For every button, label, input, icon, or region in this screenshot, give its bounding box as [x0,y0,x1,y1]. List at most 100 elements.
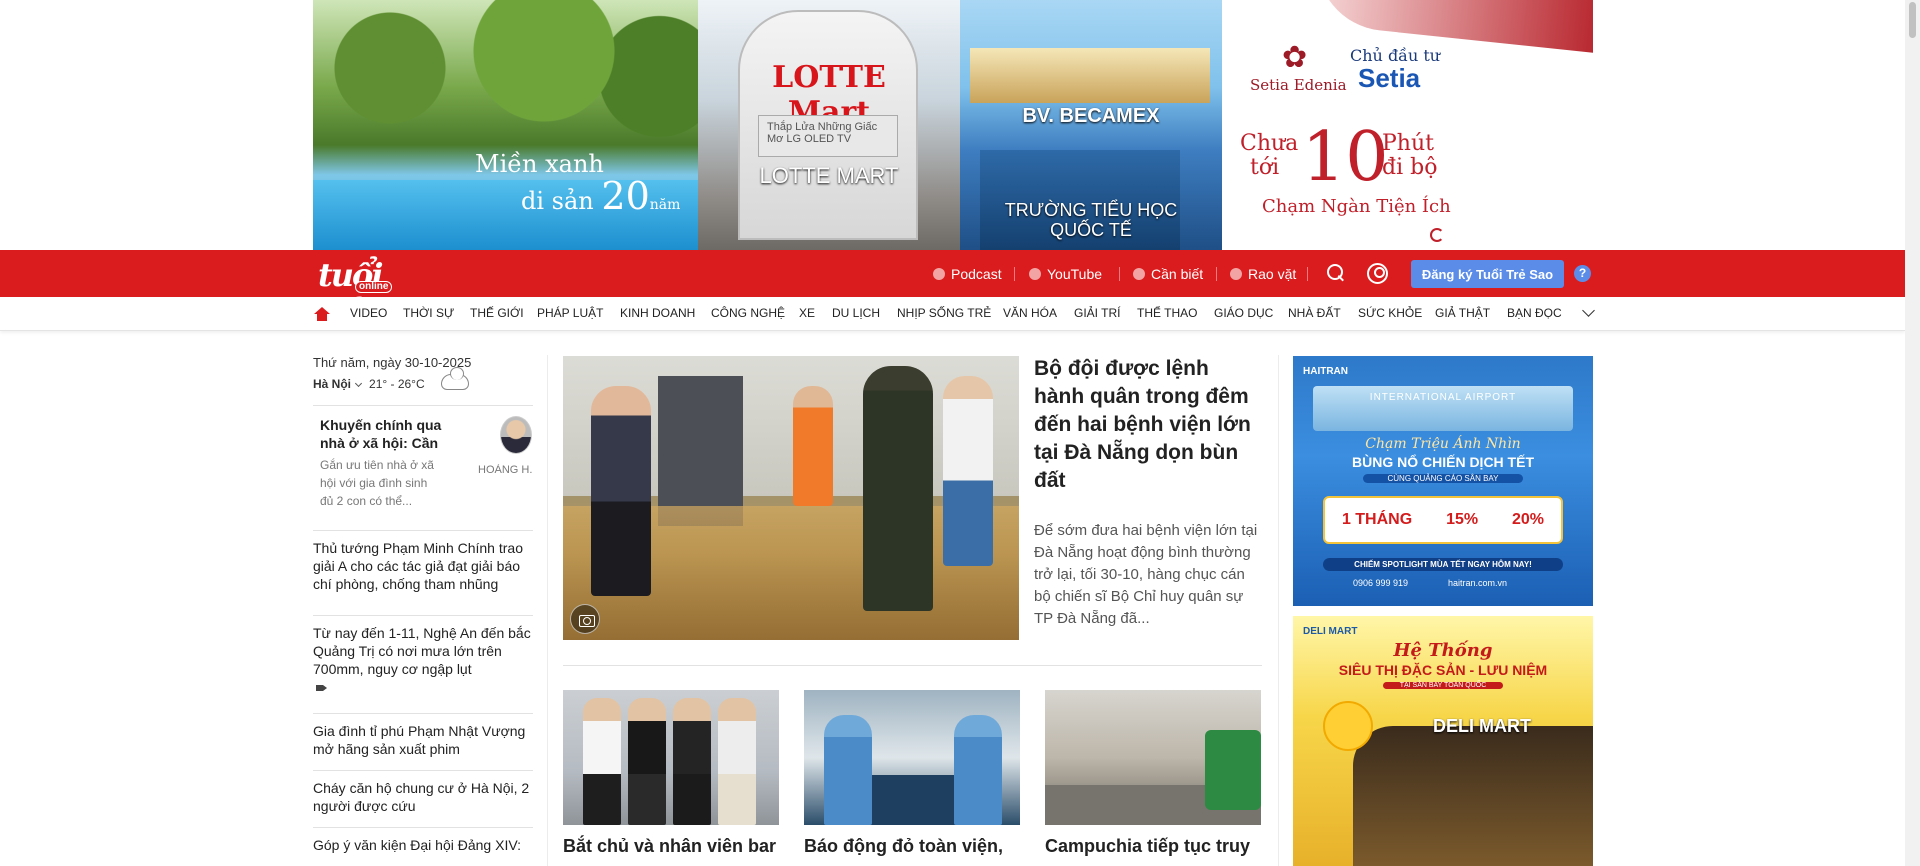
banner-text-di-san: di sản [521,187,602,215]
nav-item-kinh-doanh[interactable]: KINH DOANH [620,306,695,320]
nav-item-ban-doc[interactable]: BẠN ĐỌC [1507,306,1562,320]
header-link-label: Podcast [951,265,1002,282]
nav-item-phap-luat[interactable]: PHÁP LUẬT [537,306,603,320]
nav-item-nhip-song-tre[interactable]: NHỊP SỐNG TRẺ [897,306,991,320]
nurse [824,715,872,825]
chua-toi-text: Chưa tới [1240,132,1298,180]
story-card-title[interactable]: Bắt chủ và nhân viên bar [563,834,783,858]
story-card-image[interactable] [1045,690,1261,825]
police-bus [1205,730,1261,810]
weather-widget[interactable]: Hà Nội 21° - 26°C [313,377,425,391]
setia-edenia-brand: Setia Edenia [1250,76,1347,94]
help-icon[interactable]: ? [1574,265,1591,282]
banner-text-line2: di sản 20năm [521,174,680,218]
story-card-image[interactable] [563,690,779,825]
nav-item-the-thao[interactable]: THỂ THAO [1137,306,1197,320]
header-link-podcast[interactable]: Podcast [933,250,1002,297]
site-logo[interactable]: tuổi trẻ online [318,256,430,332]
sidebar-ad-haitran[interactable]: HAITRAN INTERNATIONAL AIRPORT Chạm Triệu… [1293,356,1593,606]
search-icon[interactable] [1327,264,1345,282]
header-link-youtube[interactable]: YouTube [1029,250,1102,297]
list-item[interactable]: Cháy căn hộ chung cư ở Hà Nội, 2 người đ… [313,770,533,827]
nav-item-du-lich[interactable]: DU LỊCH [832,306,880,320]
banner-panel-lotte: LOTTE Mart Thắp Lửa Những Giấc Mơ LG OLE… [698,0,960,250]
header-link-rao-vat[interactable]: Rao vặt [1230,250,1296,297]
door [658,376,743,526]
becamex-caption: BV. BECAMEX [1022,105,1160,127]
list-item[interactable]: Từ nay đến 1-11, Nghệ An đến bắc Quảng T… [313,615,533,713]
list-item[interactable]: Thủ tướng Phạm Minh Chính trao giải A ch… [313,530,533,620]
nav-item-video[interactable]: VIDEO [350,306,387,320]
header-divider [1307,267,1308,281]
person [793,386,833,506]
ad-phone: 0906 999 919 [1353,578,1409,588]
header-divider [1216,267,1217,281]
dibo-text: đi bộ [1382,155,1438,180]
column-divider [547,355,548,866]
phut-text: Phút [1382,131,1434,156]
top-banner-ad[interactable]: Miền xanh di sản 20năm LOTTE Mart Thắp L… [313,0,1593,250]
ad-headline: Chạm Triệu Ánh Nhìn [1365,436,1521,452]
story-card-title[interactable]: Báo động đỏ toàn viện, [804,834,1024,858]
nav-item-cong-nghe[interactable]: CÔNG NGHỆ [711,306,785,320]
list-item-title[interactable]: Thủ tướng Phạm Minh Chính trao giải A ch… [313,539,533,593]
story-card-title[interactable]: Campuchia tiếp tục truy [1045,834,1265,858]
subscribe-button[interactable]: Đăng ký Tuổi Trẻ Sao [1411,260,1564,288]
list-item-title[interactable]: Gia đình tỉ phú Phạm Nhật Vượng mở hãng … [313,722,533,758]
nav-item-gia-that[interactable]: GIẢ THẬT [1435,306,1490,320]
chevron-down-icon [354,379,363,387]
nav-item-giai-tri[interactable]: GIẢI TRÍ [1074,306,1120,320]
banner-text-unit: năm [649,197,681,213]
sidebar-feature-title[interactable]: Khuyến chính qua nhà ở xã hội: Cần [320,416,450,452]
nav-item-suc-khoe[interactable]: SỨC KHỎE [1358,306,1422,320]
youtube-icon [1029,267,1041,280]
chevron-down-icon[interactable] [1582,304,1595,317]
list-item-title[interactable]: Góp ý văn kiện Đại hội Đảng XIV: [313,836,533,854]
ad-website: haitran.com.vn [1448,578,1508,588]
sidebar-left: Thứ năm, ngày 30-10-2025 Hà Nội 21° - 26… [313,355,533,853]
list-item[interactable]: Góp ý văn kiện Đại hội Đảng XIV: [313,827,533,866]
scrollbar-thumb[interactable] [1909,2,1916,38]
chua-text: Chưa [1240,131,1299,156]
story-card-image[interactable] [804,690,1020,825]
sidebar-ad-delimart[interactable]: DELI MART Hệ Thống SIÊU THỊ ĐẶC SẢN - LƯ… [1293,616,1593,866]
person [583,698,621,825]
weather-temperature: 21° - 26°C [369,377,425,391]
featured-image[interactable] [563,356,1019,640]
ad-subline: TẠI SÂN BAY TOÀN QUỐC [1383,682,1503,689]
list-item-title[interactable]: Từ nay đến 1-11, Nghệ An đến bắc Quảng T… [313,624,533,678]
soldier [863,366,933,611]
user-icon[interactable] [1367,263,1388,284]
divider [563,665,1262,666]
nav-item-giao-duc[interactable]: GIÁO DỤC [1214,306,1273,320]
school-caption: TRƯỜNG TIỂU HỌC QUỐC TẾ [960,200,1222,240]
ad-subline: CÙNG QUẢNG CÁO SÂN BAY [1363,474,1523,483]
lotte-tv-sign: Thắp Lửa Những Giấc Mơ LG OLED TV [758,115,898,157]
nav-item-xe[interactable]: XE [799,306,815,320]
ad-offer-box: 1 THÁNG 15% 20% [1323,496,1563,544]
banner-panel-park: Miền xanh di sản 20năm [313,0,698,250]
nav-item-the-gioi[interactable]: THẾ GIỚI [470,306,524,320]
setia-slogan: Chạm Ngàn Tiện Ích [1262,196,1451,217]
person [673,698,711,825]
list-item-title[interactable]: Cháy căn hộ chung cư ở Hà Nội, 2 người đ… [313,779,533,815]
store-image [1353,726,1593,866]
banner-text-number: 20 [601,174,650,218]
header-link-label: Cần biết [1151,265,1204,282]
home-icon[interactable] [314,307,330,321]
ad-brand: DELI MART [1303,626,1358,637]
featured-title[interactable]: Bộ đội được lệnh hành quân trong đêm đến… [1034,355,1259,495]
school-caption-line2: QUỐC TẾ [1050,220,1132,240]
nav-item-thoi-su[interactable]: THỜI SỰ [403,306,454,320]
ad-cta: CHIẾM SPOTLIGHT MÙA TẾT NGAY HÔM NAY! [1323,558,1563,571]
nav-item-nha-dat[interactable]: NHÀ ĐẤT [1288,306,1341,320]
hospital-building [970,48,1210,103]
smiley-icon [1323,701,1373,751]
camera-icon [570,604,600,634]
scrollbar[interactable] [1905,0,1920,866]
sidebar-feature[interactable]: Khuyến chính qua nhà ở xã hội: Cần Gắn ư… [313,405,533,515]
header-link-can-biet[interactable]: Cần biết [1133,250,1203,297]
replay-icon[interactable] [1430,228,1444,242]
nav-item-van-hoa[interactable]: VĂN HÓA [1003,306,1057,320]
list-item[interactable]: Gia đình tỉ phú Phạm Nhật Vượng mở hãng … [313,713,533,770]
